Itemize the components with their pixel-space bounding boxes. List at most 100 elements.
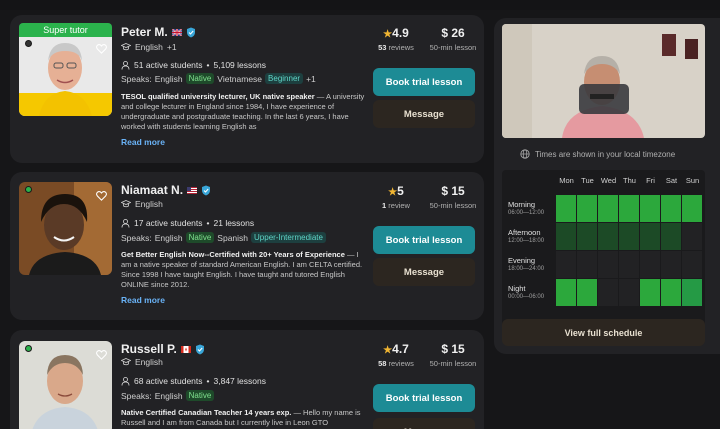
separator-dot: •: [206, 60, 210, 70]
lesson-duration: 50-min lesson: [429, 201, 477, 210]
availability-cell: [556, 279, 577, 306]
tutor-card[interactable]: Niamaat N. English 17 active students • …: [10, 172, 484, 320]
online-status-dot: [25, 40, 32, 47]
day-header: Tue: [581, 176, 594, 185]
tutor-name-text[interactable]: Niamaat N.: [121, 183, 183, 197]
price-block: $ 15 50-min lesson: [428, 342, 478, 368]
slot-range: 12:00—18:00: [508, 238, 545, 244]
verified-shield-icon: [195, 344, 204, 354]
price-value: $ 15: [441, 342, 465, 356]
tutor-headline: TESOL qualified university lecturer, UK …: [121, 92, 315, 101]
tutor-card[interactable]: Super tutor Peter M. English +1 51 activ…: [10, 15, 484, 163]
rating-value: 4.7: [392, 342, 409, 356]
message-button[interactable]: Message: [373, 258, 475, 286]
price-block: $ 15 50-min lesson: [428, 184, 478, 210]
reviews-label: reviews: [388, 43, 414, 52]
tutor-preview-panel: Times are shown in your local timezone M…: [494, 18, 720, 354]
day-header: Thu: [623, 176, 636, 185]
availability-cell: [556, 223, 577, 250]
lesson-duration: 50-min lesson: [429, 43, 477, 52]
availability-cell: [682, 251, 703, 278]
message-button[interactable]: Message: [373, 418, 475, 429]
book-trial-button[interactable]: Book trial lesson: [373, 68, 475, 96]
globe-icon: [520, 149, 530, 159]
slot-name: Night: [508, 284, 526, 293]
favorite-heart-icon[interactable]: [96, 188, 107, 206]
book-trial-button[interactable]: Book trial lesson: [373, 226, 475, 254]
availability-cell: [640, 279, 661, 306]
extra-languages-count: +1: [166, 42, 177, 52]
availability-cell: [577, 279, 598, 306]
price-value: $ 26: [441, 26, 465, 40]
tutor-stats: 68 active students • 3,847 lessons: [121, 376, 266, 386]
slot-row-evening: Evening 18:00—24:00: [502, 251, 705, 278]
slot-row-morning: Morning 06:00—12:00: [502, 195, 705, 222]
speaks-row: Speaks: English Native: [121, 390, 215, 401]
availability-cell: [598, 223, 619, 250]
availability-cell: [619, 195, 640, 222]
tutor-stats: 17 active students • 21 lessons: [121, 218, 254, 228]
rating-block: ★4.9 53 reviews: [378, 26, 414, 52]
timezone-text: Times are shown in your local timezone: [535, 149, 676, 159]
day-header: Sat: [665, 176, 678, 185]
read-more-link[interactable]: Read more: [121, 137, 165, 147]
availability-cell: [682, 223, 703, 250]
price-value: $ 15: [441, 184, 465, 198]
read-more-link[interactable]: Read more: [121, 295, 165, 305]
availability-cell: [640, 195, 661, 222]
language-text: English: [135, 42, 163, 52]
reviews-count: 53: [378, 43, 387, 52]
view-full-schedule-button[interactable]: View full schedule: [502, 319, 705, 346]
availability-cell: [640, 223, 661, 250]
availability-cell: [577, 195, 598, 222]
slot-range: 06:00—12:00: [508, 210, 545, 216]
ca-flag-icon: [180, 345, 191, 353]
speaks-language: Spanish: [217, 232, 249, 243]
day-headers: Mon Tue Wed Thu Fri Sat Sun: [556, 176, 703, 185]
availability-cell: [640, 251, 661, 278]
tutor-name-text[interactable]: Russell P.: [121, 342, 177, 356]
tutor-name-text[interactable]: Peter M.: [121, 25, 168, 39]
star-icon: ★: [383, 29, 393, 40]
teaches-language: English: [121, 199, 163, 209]
level-badge: Native: [185, 73, 215, 84]
availability-cell: [619, 223, 640, 250]
uk-flag-icon: [171, 28, 182, 36]
person-icon: [121, 376, 130, 386]
speaks-label: Speaks:: [121, 390, 152, 401]
super-tutor-badge: Super tutor: [19, 23, 112, 37]
availability-cell: [598, 251, 619, 278]
availability-cell: [661, 251, 682, 278]
reviews-count: 58: [378, 359, 387, 368]
message-button[interactable]: Message: [373, 100, 475, 128]
tutor-name[interactable]: Peter M.: [121, 25, 196, 39]
separator-dot: •: [206, 218, 210, 228]
availability-cell: [682, 195, 703, 222]
availability-cell: [661, 195, 682, 222]
availability-grid: Mon Tue Wed Thu Fri Sat Sun Morning 06:00…: [502, 170, 705, 327]
slot-range: 18:00—24:00: [508, 266, 545, 272]
level-badge: Native: [185, 390, 215, 401]
availability-cell: [661, 279, 682, 306]
language-text: English: [135, 199, 163, 209]
availability-cell: [661, 223, 682, 250]
speaks-row: Speaks: English Native Spanish Upper-Int…: [121, 232, 326, 243]
tutor-name[interactable]: Niamaat N.: [121, 183, 211, 197]
active-students: 17 active students: [134, 218, 203, 228]
tutor-card[interactable]: Russell P. English 68 active students • …: [10, 330, 484, 429]
book-trial-button[interactable]: Book trial lesson: [373, 384, 475, 412]
teaches-language: English: [121, 357, 163, 367]
intro-video[interactable]: [502, 24, 705, 138]
person-icon: [121, 60, 130, 70]
tutor-name[interactable]: Russell P.: [121, 342, 205, 356]
lessons-count: 5,109 lessons: [213, 60, 266, 70]
lessons-count: 3,847 lessons: [213, 376, 266, 386]
active-students: 51 active students: [134, 60, 203, 70]
speaks-language: English: [154, 232, 183, 243]
favorite-heart-icon[interactable]: [96, 41, 107, 59]
rating-value: 5: [397, 184, 404, 198]
reviews-label: reviews: [388, 359, 414, 368]
more-languages: +1: [306, 73, 316, 84]
slot-name: Afternoon: [508, 228, 541, 237]
favorite-heart-icon[interactable]: [96, 347, 107, 365]
